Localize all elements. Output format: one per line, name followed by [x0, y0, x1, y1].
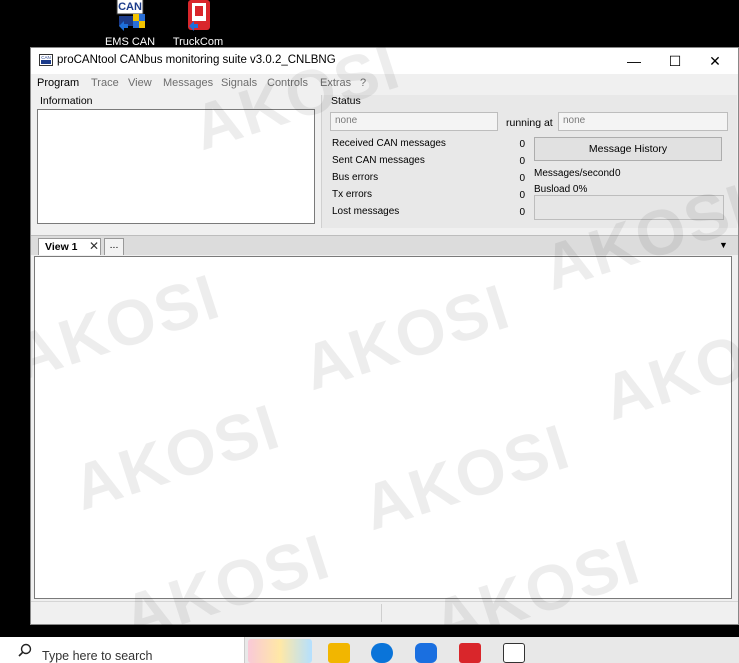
tx-errors-label: Tx errors	[332, 189, 372, 200]
status-bar	[31, 601, 738, 623]
menu-trace[interactable]: Trace	[91, 77, 119, 89]
information-label: Information	[40, 95, 93, 107]
tab-close-icon[interactable]: ✕	[89, 239, 99, 253]
tab-more-button[interactable]: ...	[104, 238, 124, 255]
truckcom-taskbar-icon[interactable]	[459, 643, 481, 663]
menu-messages[interactable]: Messages	[163, 77, 213, 89]
sent-can-label: Sent CAN messages	[332, 155, 425, 166]
tab-view-1[interactable]: View 1 ✕	[38, 238, 101, 255]
busload-label: Busload 0%	[534, 184, 588, 195]
busload-bar	[534, 195, 724, 220]
edge-browser-icon[interactable]	[371, 643, 393, 663]
lost-messages-value: 0	[519, 207, 525, 218]
truckcom-icon	[179, 0, 217, 34]
teamviewer-icon[interactable]	[415, 643, 437, 663]
tab-list-dropdown-icon[interactable]: ▼	[719, 240, 728, 250]
search-icon	[18, 643, 32, 657]
menu-controls[interactable]: Controls	[267, 77, 308, 89]
bus-errors-label: Bus errors	[332, 172, 379, 183]
procantool-taskbar-icon[interactable]	[503, 643, 525, 663]
interface-field: none	[330, 112, 498, 131]
search-placeholder: Type here to search	[42, 649, 153, 663]
svg-text:CAN: CAN	[41, 55, 51, 60]
app-icon: CAN	[39, 54, 53, 66]
search-highlight-icon[interactable]	[248, 639, 312, 663]
menu-signals[interactable]: Signals	[221, 77, 257, 89]
tx-errors-value: 0	[519, 190, 525, 201]
main-window: CAN proCANtool CANbus monitoring suite v…	[30, 47, 739, 625]
lost-messages-label: Lost messages	[332, 206, 400, 217]
sent-can-value: 0	[519, 156, 525, 167]
taskbar-search-box[interactable]: Type here to search	[0, 637, 245, 663]
minimize-button[interactable]: —	[614, 48, 654, 74]
title-bar[interactable]: CAN proCANtool CANbus monitoring suite v…	[31, 48, 738, 74]
view-tab-strip: View 1 ✕ ... ▼	[31, 235, 738, 255]
desktop-icon-ems-can[interactable]: CAN EMS CAN	[100, 0, 160, 48]
tab-view-1-label: View 1	[45, 241, 78, 253]
running-at-label: running at	[506, 117, 553, 129]
maximize-button[interactable]: ☐	[655, 48, 695, 74]
message-history-button[interactable]: Message History	[534, 137, 722, 161]
messages-per-second-value: 0	[615, 168, 621, 179]
window-title: proCANtool CANbus monitoring suite v3.0.…	[57, 54, 336, 66]
maximize-icon: ☐	[668, 52, 682, 69]
status-panel: Status none running at none Received CAN…	[321, 95, 737, 228]
menu-program[interactable]: Program	[37, 77, 79, 89]
file-explorer-icon[interactable]	[328, 643, 350, 663]
running-at-field: none	[558, 112, 728, 131]
status-bar-divider	[381, 604, 382, 622]
menu-bar: Program Trace View Messages Signals Cont…	[31, 75, 738, 93]
bus-errors-value: 0	[519, 173, 525, 184]
svg-text:CAN: CAN	[118, 1, 142, 13]
taskbar: Type here to search	[0, 637, 739, 663]
minimize-icon: —	[627, 53, 641, 69]
ems-can-icon: CAN	[111, 0, 149, 34]
received-can-label: Received CAN messages	[332, 138, 446, 149]
received-can-value: 0	[519, 139, 525, 150]
menu-extras[interactable]: Extras	[320, 77, 351, 89]
messages-per-second-label: Messages/second	[534, 168, 615, 179]
menu-help[interactable]: ?	[360, 77, 366, 89]
status-label: Status	[331, 95, 361, 107]
close-icon: ✕	[709, 52, 721, 69]
desktop-icon-truckcom[interactable]: TruckCom	[168, 0, 228, 48]
close-button[interactable]: ✕	[695, 48, 735, 74]
view-area[interactable]	[34, 256, 732, 599]
information-panel	[37, 109, 315, 224]
menu-view[interactable]: View	[128, 77, 152, 89]
